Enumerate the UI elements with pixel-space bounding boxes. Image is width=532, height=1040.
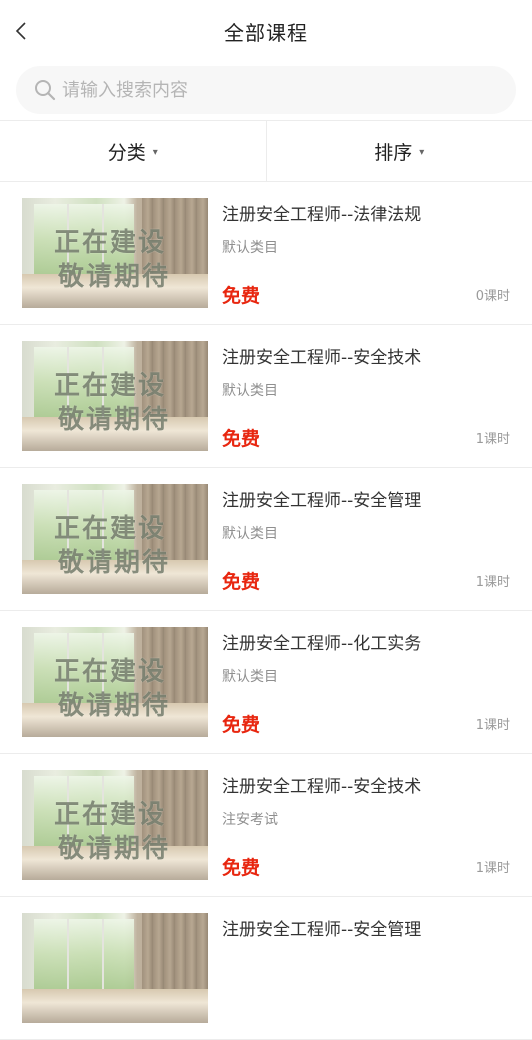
thumbnail-watermark-text: 敬请期待 xyxy=(58,685,170,722)
sort-filter-label: 排序 xyxy=(374,138,412,165)
course-info: 注册安全工程师--法律法规 默认类目 免费 0课时 xyxy=(222,198,510,310)
search-icon xyxy=(34,79,56,101)
thumbnail-watermark-text: 正在建设 xyxy=(54,365,166,402)
filter-bar: 分类 ▾ 排序 ▾ xyxy=(0,120,532,182)
course-item[interactable]: 注册安全工程师--安全管理 xyxy=(0,897,532,1040)
search-input[interactable] xyxy=(60,79,464,102)
thumbnail-watermark-text: 敬请期待 xyxy=(58,399,170,436)
course-info: 注册安全工程师--安全管理 默认类目 免费 1课时 xyxy=(222,484,510,596)
course-lesson-count: 1课时 xyxy=(476,428,510,447)
course-price: 免费 xyxy=(222,424,260,451)
thumbnail-watermark-text: 正在建设 xyxy=(54,222,166,259)
course-lesson-count: 1课时 xyxy=(476,714,510,733)
course-title: 注册安全工程师--安全管理 xyxy=(222,486,510,511)
course-category: 默认类目 xyxy=(222,237,510,257)
course-title: 注册安全工程师--安全管理 xyxy=(222,915,510,940)
course-price: 免费 xyxy=(222,710,260,737)
category-filter[interactable]: 分类 ▾ xyxy=(0,121,266,181)
course-lesson-count: 1课时 xyxy=(476,857,510,876)
course-thumbnail: 正在建设 敬请期待 xyxy=(22,627,208,737)
course-item[interactable]: 正在建设 敬请期待 注册安全工程师--法律法规 默认类目 免费 0课时 xyxy=(0,182,532,325)
caret-down-icon: ▾ xyxy=(153,147,158,158)
chevron-left-icon xyxy=(14,21,28,41)
course-thumbnail: 正在建设 敬请期待 xyxy=(22,484,208,594)
course-thumbnail: 正在建设 敬请期待 xyxy=(22,770,208,880)
course-info: 注册安全工程师--安全技术 注安考试 免费 1课时 xyxy=(222,770,510,882)
course-category: 默认类目 xyxy=(222,523,510,543)
course-category: 注安考试 xyxy=(222,809,510,829)
course-info: 注册安全工程师--化工实务 默认类目 免费 1课时 xyxy=(222,627,510,739)
search-area xyxy=(0,62,532,120)
course-category: 默认类目 xyxy=(222,666,510,686)
thumbnail-watermark-text: 敬请期待 xyxy=(58,256,170,293)
search-bar[interactable] xyxy=(16,66,516,114)
thumbnail-watermark-text: 敬请期待 xyxy=(58,828,170,865)
course-lesson-count: 0课时 xyxy=(476,285,510,304)
category-filter-label: 分类 xyxy=(108,138,146,165)
course-info: 注册安全工程师--安全技术 默认类目 免费 1课时 xyxy=(222,341,510,453)
course-title: 注册安全工程师--化工实务 xyxy=(222,629,510,654)
sort-filter[interactable]: 排序 ▾ xyxy=(266,121,532,181)
course-title: 注册安全工程师--安全技术 xyxy=(222,343,510,368)
thumbnail-watermark-text: 正在建设 xyxy=(54,508,166,545)
thumbnail-watermark-text: 敬请期待 xyxy=(58,542,170,579)
thumbnail-watermark-text: 正在建设 xyxy=(54,794,166,831)
course-item[interactable]: 正在建设 敬请期待 注册安全工程师--安全技术 注安考试 免费 1课时 xyxy=(0,754,532,897)
course-thumbnail: 正在建设 敬请期待 xyxy=(22,198,208,308)
course-title: 注册安全工程师--安全技术 xyxy=(222,772,510,797)
thumbnail-watermark-text: 正在建设 xyxy=(54,651,166,688)
course-thumbnail xyxy=(22,913,208,1023)
course-thumbnail: 正在建设 敬请期待 xyxy=(22,341,208,451)
course-item[interactable]: 正在建设 敬请期待 注册安全工程师--安全技术 默认类目 免费 1课时 xyxy=(0,325,532,468)
course-lesson-count: 1课时 xyxy=(476,571,510,590)
course-item[interactable]: 正在建设 敬请期待 注册安全工程师--安全管理 默认类目 免费 1课时 xyxy=(0,468,532,611)
page-title: 全部课程 xyxy=(224,17,308,46)
course-info: 注册安全工程师--安全管理 xyxy=(222,913,510,1025)
course-price: 免费 xyxy=(222,281,260,308)
course-category: 默认类目 xyxy=(222,380,510,400)
course-price: 免费 xyxy=(222,853,260,880)
course-price: 免费 xyxy=(222,567,260,594)
course-item[interactable]: 正在建设 敬请期待 注册安全工程师--化工实务 默认类目 免费 1课时 xyxy=(0,611,532,754)
back-button[interactable] xyxy=(6,16,36,46)
course-list: 正在建设 敬请期待 注册安全工程师--法律法规 默认类目 免费 0课时 正在建设… xyxy=(0,182,532,1040)
course-title: 注册安全工程师--法律法规 xyxy=(222,200,510,225)
header-bar: 全部课程 xyxy=(0,0,532,62)
caret-down-icon: ▾ xyxy=(419,147,424,158)
